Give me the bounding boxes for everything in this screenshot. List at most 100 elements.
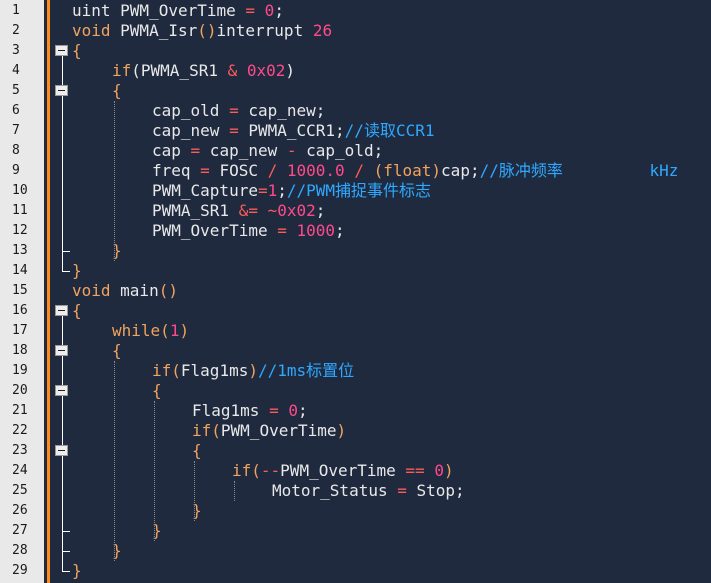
- code-line: uint PWM_OverTime = 0;: [72, 1, 284, 21]
- code-line: while(1): [112, 321, 189, 341]
- code-token: 0: [434, 461, 444, 480]
- indent-guide: [114, 361, 115, 561]
- code-line: if(PWM_OverTime): [192, 421, 346, 441]
- code-token: Flag1ms: [192, 401, 270, 420]
- code-line: }: [72, 261, 82, 281]
- line-number: 2: [12, 23, 20, 38]
- line-number: 24: [12, 463, 28, 478]
- code-token: ==: [405, 461, 425, 480]
- line-number: 17: [12, 323, 28, 338]
- code-token: ): [179, 321, 190, 340]
- line-number: 27: [12, 523, 28, 538]
- code-token: }: [72, 261, 82, 280]
- code-token: if: [112, 61, 132, 80]
- line-number: 23: [12, 443, 28, 458]
- indent-guide: [194, 461, 195, 521]
- code-line: Flag1ms = 0;: [192, 401, 308, 421]
- line-number: 28: [12, 543, 28, 558]
- code-token: (float): [373, 161, 442, 180]
- line-number: 15: [12, 283, 28, 298]
- code-token: uint PWM_OverTime: [72, 1, 246, 20]
- code-token: 1000: [296, 221, 336, 240]
- code-line: cap_old = cap_new;: [152, 101, 325, 121]
- code-line: {: [112, 341, 122, 361]
- code-token: ): [443, 461, 454, 480]
- code-token: 1: [267, 181, 278, 200]
- indent-guide: [234, 481, 235, 501]
- code-line: if(Flag1ms)//1ms标置位: [152, 361, 354, 381]
- code-line: PWM_Capture=1;//PWM捕捉事件标志: [152, 181, 431, 201]
- code-token: freq: [152, 161, 201, 180]
- code-token: {: [152, 381, 162, 400]
- change-bar: [47, 0, 50, 583]
- code-token: void: [72, 21, 111, 40]
- collapse-fold-icon[interactable]: [55, 305, 68, 316]
- code-token: (: [160, 321, 170, 340]
- fold-end: [62, 571, 70, 572]
- code-token: =: [269, 401, 279, 420]
- code-token: cap_new: [152, 121, 230, 140]
- code-token: cap_old;: [296, 141, 384, 160]
- code-token: 1000.0: [286, 161, 345, 180]
- code-token: /: [267, 161, 278, 180]
- line-number: 10: [12, 183, 28, 198]
- code-token: ): [248, 361, 258, 380]
- fold-end: [62, 531, 70, 532]
- code-line: {: [72, 301, 82, 321]
- code-token: ;: [335, 221, 345, 240]
- code-token: {: [112, 341, 122, 360]
- code-token: ;: [315, 201, 326, 220]
- fold-end: [62, 551, 70, 552]
- code-token: 1: [169, 321, 180, 340]
- indent-guide: [154, 401, 155, 541]
- code-token: }: [72, 561, 82, 580]
- code-token: &=: [238, 201, 258, 220]
- collapse-fold-icon[interactable]: [55, 345, 68, 356]
- code-editor[interactable]: 1 2 3 4 5 6 7 8 9 10 11 12 13 14 15 16 17 18 19 20 21 22 23 24 2…: [0, 0, 711, 583]
- code-token: {: [192, 441, 202, 460]
- code-line: if(PWMA_SR1 & 0x02): [112, 61, 295, 81]
- code-token: PWM_OverTime: [220, 421, 337, 440]
- code-token: FOSC: [209, 161, 268, 180]
- code-token: (PWMA_SR1: [131, 61, 228, 80]
- code-token: cap_old: [152, 101, 230, 120]
- code-token: cap_new;: [238, 101, 326, 120]
- code-token: PWMA_Isr: [110, 21, 198, 40]
- code-token: PWM_OverTime: [280, 461, 406, 480]
- collapse-fold-icon[interactable]: [55, 45, 68, 56]
- code-token: 0x02: [246, 61, 286, 80]
- code-token: {: [112, 81, 122, 100]
- code-token: PWMA_SR1: [152, 201, 239, 220]
- code-token: ): [285, 61, 296, 80]
- line-number: 5: [12, 83, 20, 98]
- fold-line: [62, 51, 63, 271]
- line-number: 22: [12, 423, 28, 438]
- line-number: 1: [12, 3, 20, 18]
- code-line: cap = cap_new - cap_old;: [152, 141, 383, 161]
- code-token: =: [245, 1, 256, 20]
- line-number: 26: [12, 503, 28, 518]
- collapse-fold-icon[interactable]: [55, 85, 68, 96]
- code-token: {: [72, 41, 82, 60]
- collapse-fold-icon[interactable]: [55, 445, 68, 456]
- code-token: =: [397, 481, 407, 500]
- collapse-fold-icon[interactable]: [55, 385, 68, 396]
- code-token: PWMA_CCR1;: [238, 121, 345, 140]
- code-token: ;: [274, 1, 284, 20]
- code-token: ): [336, 421, 347, 440]
- code-token: {: [72, 301, 82, 320]
- line-number: 6: [12, 103, 20, 118]
- line-number: 13: [12, 243, 28, 258]
- code-token: ;: [297, 401, 308, 420]
- code-token: if: [232, 461, 252, 480]
- code-line: {: [192, 441, 202, 461]
- code-token: cap_new: [200, 141, 287, 160]
- code-token: cap;: [441, 161, 480, 180]
- line-number: 7: [12, 123, 20, 138]
- code-token: main: [110, 281, 159, 300]
- fold-end: [62, 271, 70, 272]
- code-line: PWMA_SR1 &= ~0x02;: [152, 201, 325, 221]
